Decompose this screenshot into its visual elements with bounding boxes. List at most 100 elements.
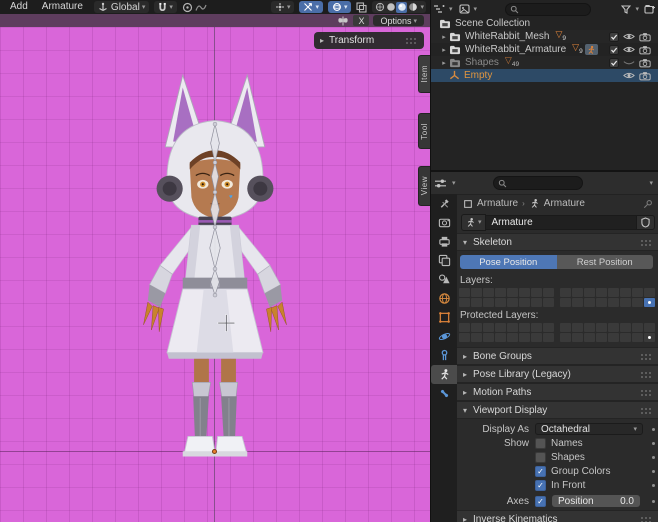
panel-drag-handle[interactable] (641, 407, 653, 414)
layer-cell[interactable] (543, 298, 554, 307)
layer-cell[interactable] (560, 323, 571, 332)
layer-cell[interactable] (471, 288, 482, 297)
transform-orientation-dropdown[interactable]: Global ▾ (94, 1, 149, 13)
layer-cell[interactable] (483, 288, 494, 297)
outliner-row-whiterabbit-mesh[interactable]: ▸ WhiteRabbit_Mesh ▽9 (431, 30, 658, 43)
expand-arrow-icon[interactable]: ▸ (439, 46, 449, 54)
shading-rendered-icon[interactable] (407, 2, 418, 13)
panel-drag-handle[interactable] (641, 239, 653, 246)
menu-add[interactable]: Add (4, 0, 34, 14)
layer-cell[interactable] (632, 333, 643, 342)
layer-cell[interactable] (507, 298, 518, 307)
layer-cell[interactable] (632, 323, 643, 332)
outliner-row-scene-collection[interactable]: Scene Collection (431, 17, 658, 30)
shading-wireframe-icon[interactable] (374, 2, 385, 13)
layer-cell[interactable] (644, 288, 655, 297)
keyframe-dot[interactable] (652, 442, 655, 445)
sidebar-tab-view[interactable]: View (418, 166, 430, 206)
layer-cell[interactable] (620, 288, 631, 297)
outliner-search-input[interactable] (505, 3, 591, 16)
layer-cell[interactable] (495, 298, 506, 307)
properties-search-input[interactable] (493, 176, 583, 190)
layer-cell[interactable] (560, 288, 571, 297)
layer-cell[interactable] (483, 333, 494, 342)
layer-cell[interactable] (519, 298, 530, 307)
proportional-editing-icon[interactable] (182, 2, 193, 13)
display-mode-icon[interactable] (459, 4, 470, 14)
layer-cell[interactable] (608, 323, 619, 332)
tab-constraints[interactable] (431, 346, 457, 365)
panel-pose-library[interactable]: ▸ Pose Library (Legacy) (457, 365, 658, 383)
panel-drag-handle[interactable] (641, 516, 653, 522)
panel-skeleton[interactable]: ▾ Skeleton (457, 233, 658, 251)
new-collection-icon[interactable] (644, 4, 655, 14)
chevron-down-icon[interactable]: ▾ (649, 179, 653, 187)
layer-cell[interactable] (644, 333, 655, 342)
tab-object-data-armature[interactable] (431, 365, 457, 384)
pin-icon[interactable] (643, 199, 653, 209)
object-origin-dot[interactable] (212, 449, 217, 454)
panel-drag-handle[interactable] (641, 353, 653, 360)
axes-checkbox[interactable]: ✓ (535, 496, 546, 507)
layer-cell[interactable] (519, 288, 530, 297)
layer-cell[interactable] (519, 333, 530, 342)
layer-cell[interactable] (483, 323, 494, 332)
outliner-row-whiterabbit-armature[interactable]: ▸ WhiteRabbit_Armature ▽9 (431, 43, 658, 56)
panel-drag-handle[interactable] (641, 371, 653, 378)
layer-cell[interactable] (596, 288, 607, 297)
layer-cell[interactable] (459, 298, 470, 307)
tab-scene[interactable] (431, 270, 457, 289)
layer-cell[interactable] (471, 298, 482, 307)
character-model[interactable]: ♥ (106, 70, 324, 460)
layer-cell[interactable] (632, 298, 643, 307)
eye-icon[interactable] (623, 71, 635, 80)
falloff-curve-icon[interactable] (195, 2, 207, 13)
checkbox-icon[interactable] (609, 45, 619, 55)
mirror-butterfly-icon[interactable] (337, 16, 349, 26)
layer-cell[interactable] (572, 298, 583, 307)
sidebar-tab-item[interactable]: Item (418, 55, 430, 93)
breadcrumb-data[interactable]: Armature (544, 198, 585, 209)
checkbox-icon[interactable] (609, 58, 619, 68)
transform-panel-header[interactable]: ▸ Transform (314, 32, 424, 49)
layer-cell[interactable] (584, 298, 595, 307)
layer-cell[interactable] (608, 333, 619, 342)
tab-object[interactable] (431, 308, 457, 327)
layer-cell[interactable] (459, 323, 470, 332)
overlays-dropdown[interactable]: ▾ (328, 1, 352, 13)
eye-closed-icon[interactable] (623, 58, 635, 67)
layer-cell[interactable] (608, 288, 619, 297)
keyframe-dot[interactable] (652, 470, 655, 473)
tab-output[interactable] (431, 232, 457, 251)
layer-cell[interactable] (507, 288, 518, 297)
layer-cell[interactable] (459, 288, 470, 297)
layer-cell[interactable] (584, 333, 595, 342)
layer-cell[interactable] (495, 333, 506, 342)
fake-user-shield-icon[interactable] (637, 215, 655, 230)
layer-cell[interactable] (507, 333, 518, 342)
datablock-name-field[interactable]: Armature (486, 215, 637, 230)
shading-solid-icon[interactable] (385, 2, 396, 13)
layer-cell[interactable] (471, 333, 482, 342)
layer-cell[interactable] (584, 288, 595, 297)
layer-cell[interactable] (560, 333, 571, 342)
layer-cell[interactable] (531, 298, 542, 307)
keyframe-dot[interactable] (652, 456, 655, 459)
panel-drag-handle[interactable] (641, 389, 653, 396)
layer-cell[interactable] (495, 323, 506, 332)
layer-cell[interactable] (543, 288, 554, 297)
layer-cell[interactable] (572, 288, 583, 297)
panel-bone-groups[interactable]: ▸ Bone Groups (457, 347, 658, 365)
editor-type-icon[interactable] (433, 4, 445, 14)
layer-cell[interactable] (519, 323, 530, 332)
in-front-checkbox[interactable]: ✓ (535, 480, 546, 491)
outliner-row-empty[interactable]: Empty (431, 69, 658, 82)
layer-cell[interactable] (596, 323, 607, 332)
expand-arrow-icon[interactable]: ▸ (439, 33, 449, 41)
keyframe-dot[interactable] (652, 500, 655, 503)
tab-bone[interactable] (431, 384, 457, 403)
keyframe-dot[interactable] (652, 428, 655, 431)
datablock-type-dropdown[interactable]: ▾ (461, 214, 486, 231)
mirror-x-toggle[interactable]: X (353, 15, 369, 26)
layer-cell[interactable] (596, 298, 607, 307)
